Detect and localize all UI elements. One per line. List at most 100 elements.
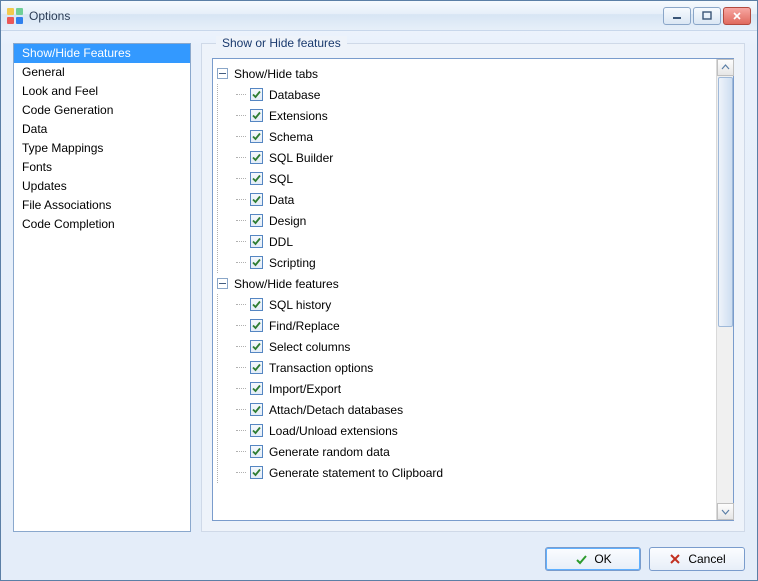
cancel-button[interactable]: Cancel	[649, 547, 745, 571]
sidebar-item[interactable]: Show/Hide Features	[14, 44, 190, 63]
category-sidebar[interactable]: Show/Hide FeaturesGeneral Look and Feel Co…	[13, 43, 191, 532]
tree-leaf[interactable]: Design	[236, 210, 716, 231]
titlebar[interactable]: Options	[1, 1, 757, 31]
tree-leaf[interactable]: Load/Unload extensions	[236, 420, 716, 441]
minimize-button[interactable]	[663, 7, 691, 25]
tree-leaf-label: Load/Unload extensions	[269, 424, 398, 438]
checkbox[interactable]	[250, 109, 263, 122]
sidebar-item-label: Fonts	[22, 160, 52, 174]
options-window: Options Show/Hide FeaturesGeneral Look an…	[0, 0, 758, 581]
tree-leaf[interactable]: DDL	[236, 231, 716, 252]
sidebar-item[interactable]: Code Generation	[14, 101, 190, 120]
sidebar-item[interactable]: Data	[14, 120, 190, 139]
checkbox[interactable]	[250, 403, 263, 416]
tree-leaf[interactable]: SQL	[236, 168, 716, 189]
tree-leaf-label: Extensions	[269, 109, 328, 123]
sidebar-item[interactable]: General	[14, 63, 190, 82]
tree-leaf[interactable]: Database	[236, 84, 716, 105]
checkbox[interactable]	[250, 172, 263, 185]
sidebar-item[interactable]: Look and Feel	[14, 82, 190, 101]
cancel-button-label: Cancel	[688, 552, 725, 566]
groupbox-label: Show or Hide features	[216, 36, 347, 50]
scroll-up-button[interactable]	[717, 59, 734, 76]
tree-children: SQL history Find/Replace Select columns Tra…	[217, 294, 716, 483]
tree-leaf[interactable]: Scripting	[236, 252, 716, 273]
sidebar-item[interactable]: Fonts	[14, 158, 190, 177]
sidebar-item-label: Type Mappings	[22, 141, 103, 155]
checkbox[interactable]	[250, 88, 263, 101]
checkbox[interactable]	[250, 424, 263, 437]
tree-leaf[interactable]: Select columns	[236, 336, 716, 357]
sidebar-item[interactable]: Type Mappings	[14, 139, 190, 158]
options-panel: Show or Hide features Show/Hide tabsData…	[201, 43, 745, 532]
checkbox[interactable]	[250, 298, 263, 311]
scroll-down-button[interactable]	[717, 503, 734, 520]
tree-leaf[interactable]: Find/Replace	[236, 315, 716, 336]
close-button[interactable]	[723, 7, 751, 25]
vertical-scrollbar[interactable]	[716, 59, 733, 520]
ok-button-label: OK	[594, 552, 611, 566]
tree-node: Show/Hide features SQL history Find/Replac…	[217, 273, 716, 483]
checkbox[interactable]	[250, 340, 263, 353]
scroll-thumb[interactable]	[718, 77, 733, 327]
sidebar-item-label: Data	[22, 122, 47, 136]
sidebar-item-label: Code Generation	[22, 103, 113, 117]
dialog-footer: OK Cancel	[1, 538, 757, 580]
tree-leaf[interactable]: SQL history	[236, 294, 716, 315]
chevron-up-icon	[721, 63, 730, 72]
tree-leaf-label: Schema	[269, 130, 313, 144]
tree-leaf[interactable]: Schema	[236, 126, 716, 147]
tree-leaf-label: Attach/Detach databases	[269, 403, 403, 417]
tree-leaf-label: Find/Replace	[269, 319, 340, 333]
tree-node-row[interactable]: Show/Hide tabs	[217, 63, 716, 84]
sidebar-item[interactable]: Updates	[14, 177, 190, 196]
minimize-icon	[672, 11, 682, 21]
checkbox[interactable]	[250, 256, 263, 269]
check-icon	[574, 552, 588, 566]
tree-node-row[interactable]: Show/Hide features	[217, 273, 716, 294]
checkbox[interactable]	[250, 382, 263, 395]
tree-leaf-label: Transaction options	[269, 361, 373, 375]
tree-children: Database Extensions Schema SQL BuilderSQL Da…	[217, 84, 716, 273]
sidebar-item[interactable]: File Associations	[14, 196, 190, 215]
tree-leaf[interactable]: Generate statement to Clipboard	[236, 462, 716, 483]
sidebar-item-label: Code Completion	[22, 217, 115, 231]
collapse-icon[interactable]	[217, 68, 228, 79]
ok-button[interactable]: OK	[545, 547, 641, 571]
checkbox[interactable]	[250, 319, 263, 332]
checkbox[interactable]	[250, 445, 263, 458]
checkbox[interactable]	[250, 193, 263, 206]
checkbox[interactable]	[250, 361, 263, 374]
tree-leaf[interactable]: Attach/Detach databases	[236, 399, 716, 420]
window-title: Options	[29, 9, 663, 23]
checkbox[interactable]	[250, 214, 263, 227]
checkbox[interactable]	[250, 235, 263, 248]
close-icon	[732, 11, 742, 21]
sidebar-item[interactable]: Code Completion	[14, 215, 190, 234]
sidebar-item-label: Updates	[22, 179, 67, 193]
tree-leaf[interactable]: Generate random data	[236, 441, 716, 462]
tree-leaf[interactable]: Data	[236, 189, 716, 210]
maximize-button[interactable]	[693, 7, 721, 25]
feature-tree[interactable]: Show/Hide tabs Database Extensions Schema SQ…	[213, 59, 716, 520]
tree-node-label: Show/Hide tabs	[234, 67, 318, 81]
cross-icon	[668, 552, 682, 566]
tree-leaf[interactable]: Transaction options	[236, 357, 716, 378]
checkbox[interactable]	[250, 466, 263, 479]
tree-leaf-label: Select columns	[269, 340, 350, 354]
collapse-icon[interactable]	[217, 278, 228, 289]
sidebar-item-label: Look and Feel	[22, 84, 98, 98]
maximize-icon	[702, 11, 712, 21]
tree-leaf-label: Generate random data	[269, 445, 390, 459]
tree-leaf[interactable]: SQL Builder	[236, 147, 716, 168]
sidebar-item-label: File Associations	[22, 198, 111, 212]
tree-node-label: Show/Hide features	[234, 277, 339, 291]
tree-leaf[interactable]: Import/Export	[236, 378, 716, 399]
checkbox[interactable]	[250, 151, 263, 164]
tree-leaf-label: Design	[269, 214, 306, 228]
tree-leaf[interactable]: Extensions	[236, 105, 716, 126]
tree-leaf-label: DDL	[269, 235, 293, 249]
tree-leaf-label: Scripting	[269, 256, 316, 270]
checkbox[interactable]	[250, 130, 263, 143]
tree-leaf-label: Data	[269, 193, 294, 207]
